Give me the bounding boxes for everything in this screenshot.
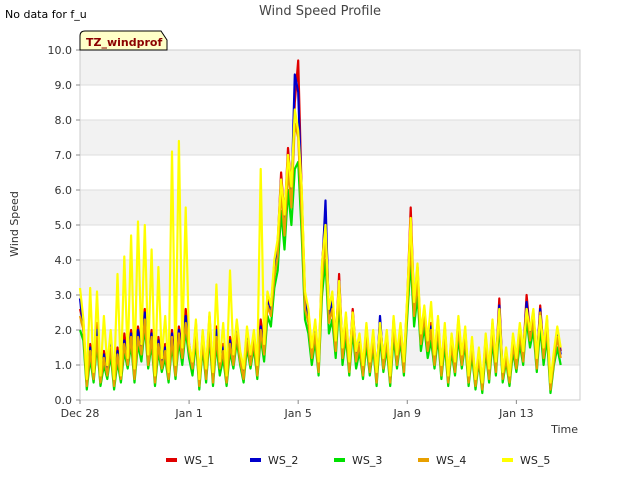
legend-swatch-ws-2 bbox=[250, 458, 261, 462]
y-tick-label: 2.0 bbox=[55, 324, 73, 337]
grid-band bbox=[80, 260, 580, 295]
x-tick-label: Jan 13 bbox=[498, 407, 533, 420]
y-tick-label: 5.0 bbox=[55, 219, 73, 232]
x-tick-label: Jan 1 bbox=[174, 407, 202, 420]
grid-band bbox=[80, 120, 580, 155]
legend-swatch-ws-5 bbox=[502, 458, 513, 462]
legend-swatch-ws-3 bbox=[334, 458, 345, 462]
grid-band bbox=[80, 50, 580, 85]
station-badge: TZ_windprof bbox=[79, 30, 168, 51]
x-tick-label: Dec 28 bbox=[61, 407, 100, 420]
x-axis-ticks: Dec 28 Jan 1 Jan 5 Jan 9 Jan 13 bbox=[61, 400, 534, 420]
y-tick-label: 8.0 bbox=[55, 114, 73, 127]
grid-band bbox=[80, 190, 580, 225]
legend-label-ws-5: WS_5 bbox=[520, 454, 550, 467]
y-tick-label: 1.0 bbox=[55, 359, 73, 372]
x-axis-label: Time bbox=[550, 423, 578, 436]
legend-label-ws-3: WS_3 bbox=[352, 454, 382, 467]
legend-swatch-ws-4 bbox=[418, 458, 429, 462]
legend-label-ws-2: WS_2 bbox=[268, 454, 298, 467]
chart-title: Wind Speed Profile bbox=[259, 4, 381, 19]
legend-swatch-ws-1 bbox=[166, 458, 177, 462]
y-tick-label: 3.0 bbox=[55, 289, 73, 302]
legend-label-ws-4: WS_4 bbox=[436, 454, 466, 467]
y-axis-label: Wind Speed bbox=[8, 191, 21, 257]
x-tick-label: Jan 9 bbox=[393, 407, 421, 420]
legend: WS_1 WS_2 WS_3 WS_4 WS_5 bbox=[166, 454, 550, 467]
y-tick-label: 7.0 bbox=[55, 149, 73, 162]
y-tick-label: 4.0 bbox=[55, 254, 73, 267]
y-tick-label: 9.0 bbox=[55, 79, 73, 92]
y-axis-ticks: 0.0 1.0 2.0 3.0 4.0 5.0 6.0 7.0 8.0 9.0 10.0 bbox=[48, 44, 80, 407]
y-tick-label: 10.0 bbox=[48, 44, 73, 57]
station-badge-label: TZ_windprof bbox=[86, 36, 162, 49]
wind-speed-chart: No data for f_u Wind Speed Profile 0.0 1.… bbox=[5, 4, 581, 467]
no-data-note: No data for f_u bbox=[5, 8, 87, 21]
x-tick-label: Jan 5 bbox=[283, 407, 311, 420]
legend-label-ws-1: WS_1 bbox=[184, 454, 214, 467]
y-tick-label: 0.0 bbox=[55, 394, 73, 407]
y-tick-label: 6.0 bbox=[55, 184, 73, 197]
